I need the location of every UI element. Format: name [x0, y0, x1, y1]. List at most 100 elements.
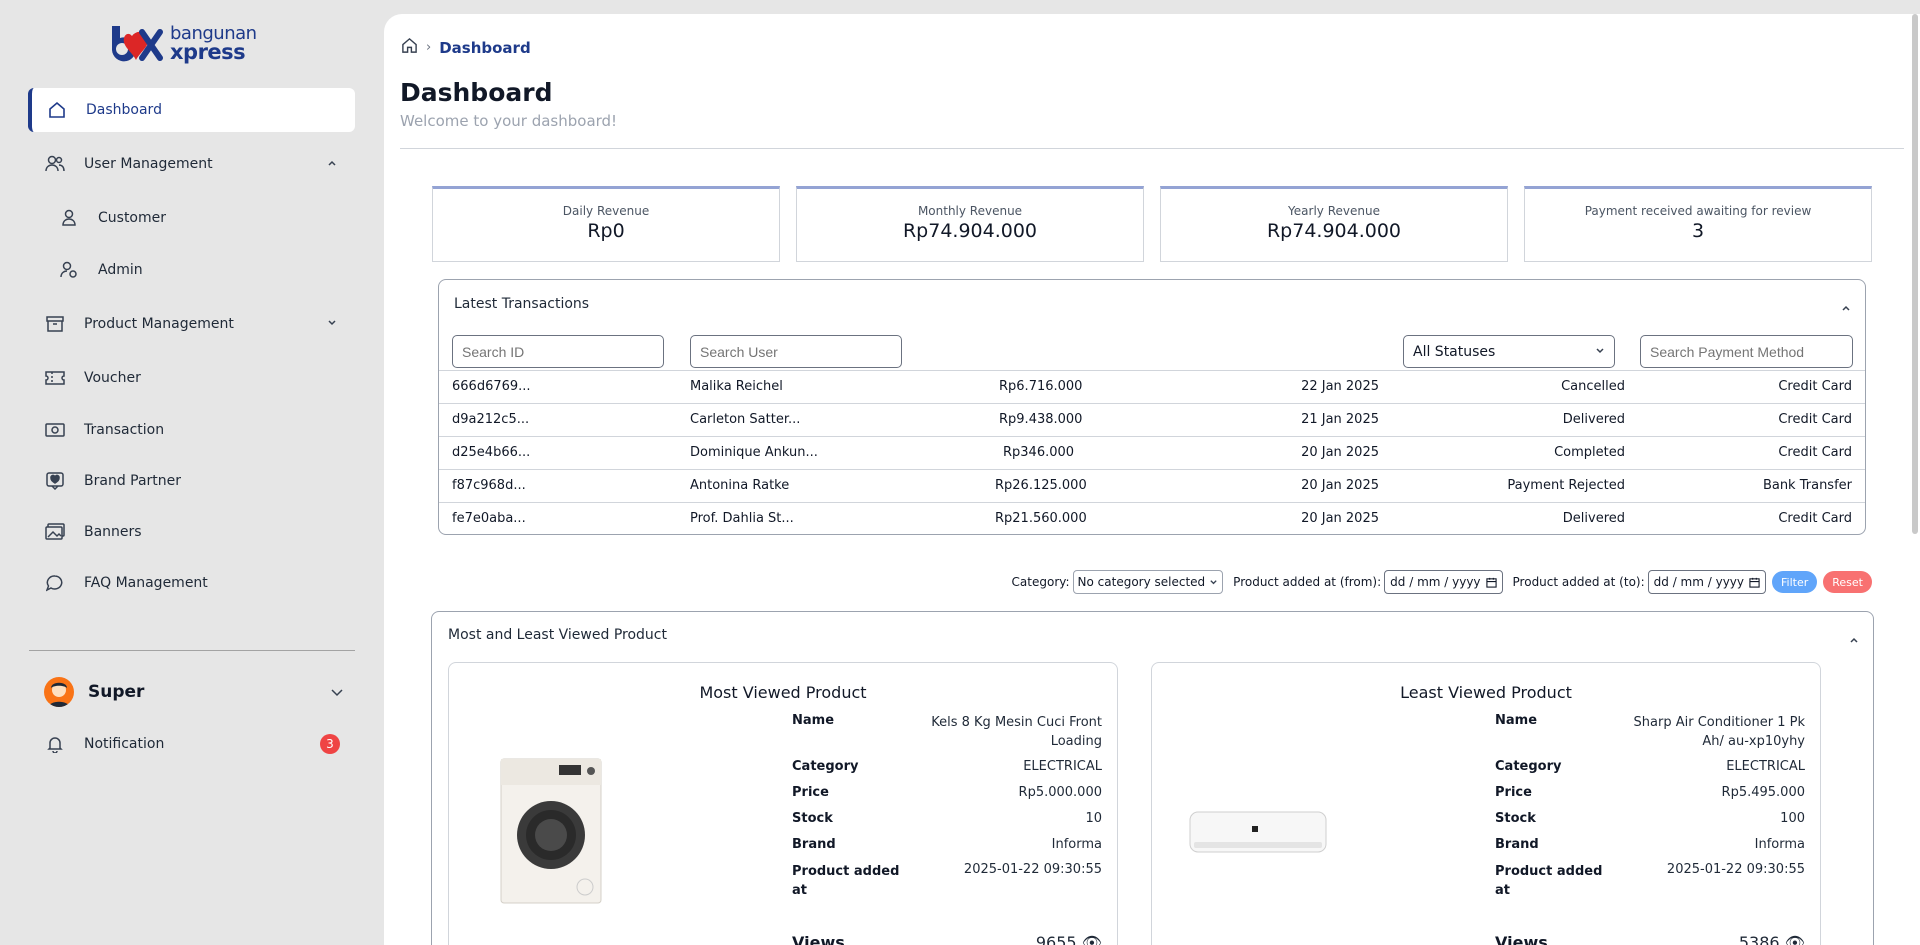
search-payment-method-input[interactable] — [1640, 335, 1853, 368]
product-price: Rp5.495.000 — [1721, 785, 1805, 800]
sidebar-item-product-management[interactable]: Product Management — [28, 302, 355, 346]
chevron-down-icon[interactable] — [330, 684, 344, 703]
sidebar: bangunan xpress Dashboard User Managemen… — [0, 0, 383, 945]
eye-icon: 👁 — [1784, 933, 1805, 945]
tx-user: Dominique Ankun... — [690, 445, 818, 460]
breadcrumb-current: Dashboard — [439, 38, 531, 57]
sidebar-item-label: User Management — [84, 156, 213, 172]
logo-mark-icon — [112, 26, 163, 62]
date-to-input[interactable]: dd / mm / yyyy — [1647, 570, 1767, 594]
sidebar-item-label: Voucher — [84, 370, 141, 386]
stat-monthly-revenue: Monthly Revenue Rp74.904.000 — [796, 186, 1144, 262]
bell-icon — [44, 733, 66, 755]
breadcrumb-separator-icon: › — [426, 40, 432, 55]
product-name: Sharp Air Conditioner 1 Pk Ah/ au-xp10yh… — [1633, 715, 1805, 749]
breadcrumb: › Dashboard — [401, 37, 531, 58]
product-added-at: 2025-01-22 09:30:55 — [1666, 862, 1805, 877]
least-viewed-heading: Least Viewed Product — [1400, 683, 1572, 702]
category-filter-label: Category: — [1011, 575, 1070, 589]
most-viewed-heading: Most Viewed Product — [699, 683, 867, 702]
product-views: 5386 👁 — [1615, 933, 1805, 945]
name-label: Name — [1495, 713, 1538, 728]
price-label: Price — [792, 785, 829, 800]
tx-date: 22 Jan 2025 — [1301, 379, 1379, 394]
sidebar-item-label: Brand Partner — [84, 473, 182, 489]
sidebar-item-brand-partner[interactable]: Brand Partner — [28, 459, 355, 503]
tx-id: fe7e0aba... — [452, 511, 526, 526]
home-icon[interactable] — [401, 37, 418, 58]
sidebar-item-transaction[interactable]: Transaction — [28, 408, 355, 452]
date-from-value: dd / mm / yyyy — [1390, 575, 1481, 589]
calendar-icon — [1485, 577, 1497, 588]
search-user-input[interactable] — [690, 335, 902, 368]
stat-label: Payment received awaiting for review — [1584, 204, 1812, 218]
collapse-chevron-icon[interactable] — [1841, 298, 1851, 317]
category-label: Category — [1495, 759, 1562, 774]
sidebar-item-customer[interactable]: Customer — [28, 196, 355, 240]
date-to-label: Product added at (to): — [1512, 575, 1645, 589]
scrollbar[interactable] — [1912, 14, 1918, 534]
user-menu[interactable]: Super — [44, 674, 344, 710]
date-from-label: Product added at (from): — [1233, 575, 1382, 589]
search-id-input[interactable] — [452, 335, 664, 368]
tx-status: Payment Rejected — [1507, 478, 1625, 493]
tx-amount: Rp6.716.000 — [999, 379, 1083, 394]
users-icon — [44, 153, 66, 175]
product-brand: Informa — [1754, 837, 1805, 852]
image-icon — [44, 521, 66, 543]
category-select[interactable]: No category selected — [1072, 570, 1224, 594]
tx-id: f87c968d... — [452, 478, 526, 493]
product-filters: Category: No category selected Product a… — [1012, 570, 1872, 594]
views-label: Views — [792, 933, 845, 945]
product-category: ELECTRICAL — [1726, 759, 1805, 774]
ticket-icon — [44, 367, 66, 389]
brand-label: Brand — [792, 837, 836, 852]
product-category: ELECTRICAL — [1023, 759, 1102, 774]
views-count: 9655 — [1035, 933, 1077, 945]
tx-user: Prof. Dahlia St... — [690, 511, 794, 526]
table-row[interactable]: fe7e0aba... Prof. Dahlia St... Rp21.560.… — [439, 502, 1865, 535]
product-price: Rp5.000.000 — [1018, 785, 1102, 800]
sidebar-item-faq-management[interactable]: FAQ Management — [28, 561, 355, 605]
tx-amount: Rp346.000 — [1003, 445, 1075, 460]
sidebar-item-label: Banners — [84, 524, 142, 540]
collapse-chevron-icon[interactable] — [1849, 630, 1859, 649]
product-stock: 10 — [1085, 811, 1102, 826]
tx-date: 21 Jan 2025 — [1301, 412, 1379, 427]
tx-user: Carleton Satter... — [690, 412, 801, 427]
date-from-input[interactable]: dd / mm / yyyy — [1384, 570, 1503, 594]
page-title: Dashboard — [400, 78, 553, 107]
tx-user: Antonina Ratke — [690, 478, 790, 493]
user-name: Super — [88, 682, 145, 702]
table-row[interactable]: f87c968d... Antonina Ratke Rp26.125.000 … — [439, 469, 1865, 502]
reset-button[interactable]: Reset — [1823, 571, 1872, 593]
most-viewed-product-card[interactable]: Most Viewed Product Name Kels 8 Kg Mesin… — [448, 662, 1118, 945]
stock-label: Stock — [1495, 811, 1536, 826]
home-icon — [46, 99, 68, 121]
status-select[interactable]: All Statuses — [1403, 335, 1615, 368]
sidebar-item-notification[interactable]: Notification 3 — [28, 722, 355, 766]
tx-status: Cancelled — [1561, 379, 1625, 394]
table-row[interactable]: 666d6769... Malika Reichel Rp6.716.000 2… — [439, 370, 1865, 403]
tx-status: Completed — [1554, 445, 1625, 460]
least-viewed-product-card[interactable]: Least Viewed Product Name Sharp Air Cond… — [1151, 662, 1821, 945]
views-count: 5386 — [1738, 933, 1780, 945]
tx-amount: Rp26.125.000 — [995, 478, 1087, 493]
tx-status: Delivered — [1562, 412, 1625, 427]
table-row[interactable]: d25e4b66... Dominique Ankun... Rp346.000… — [439, 436, 1865, 469]
brand-line2: xpress — [170, 40, 246, 64]
brand-logo[interactable]: bangunan xpress — [108, 22, 257, 64]
partner-icon — [44, 470, 66, 492]
table-row[interactable]: d9a212c5... Carleton Satter... Rp9.438.0… — [439, 403, 1865, 436]
sidebar-item-banners[interactable]: Banners — [28, 510, 355, 554]
filter-button[interactable]: Filter — [1772, 571, 1818, 593]
sidebar-item-admin[interactable]: Admin — [28, 248, 355, 292]
sidebar-item-voucher[interactable]: Voucher — [28, 356, 355, 400]
calendar-icon — [1749, 577, 1760, 588]
sidebar-item-dashboard[interactable]: Dashboard — [28, 88, 355, 132]
sidebar-item-user-management[interactable]: User Management — [28, 142, 355, 186]
chat-icon — [44, 572, 66, 594]
added-at-label: Product added at — [792, 864, 900, 898]
tx-method: Credit Card — [1778, 511, 1852, 526]
washing-machine-image — [499, 757, 603, 909]
